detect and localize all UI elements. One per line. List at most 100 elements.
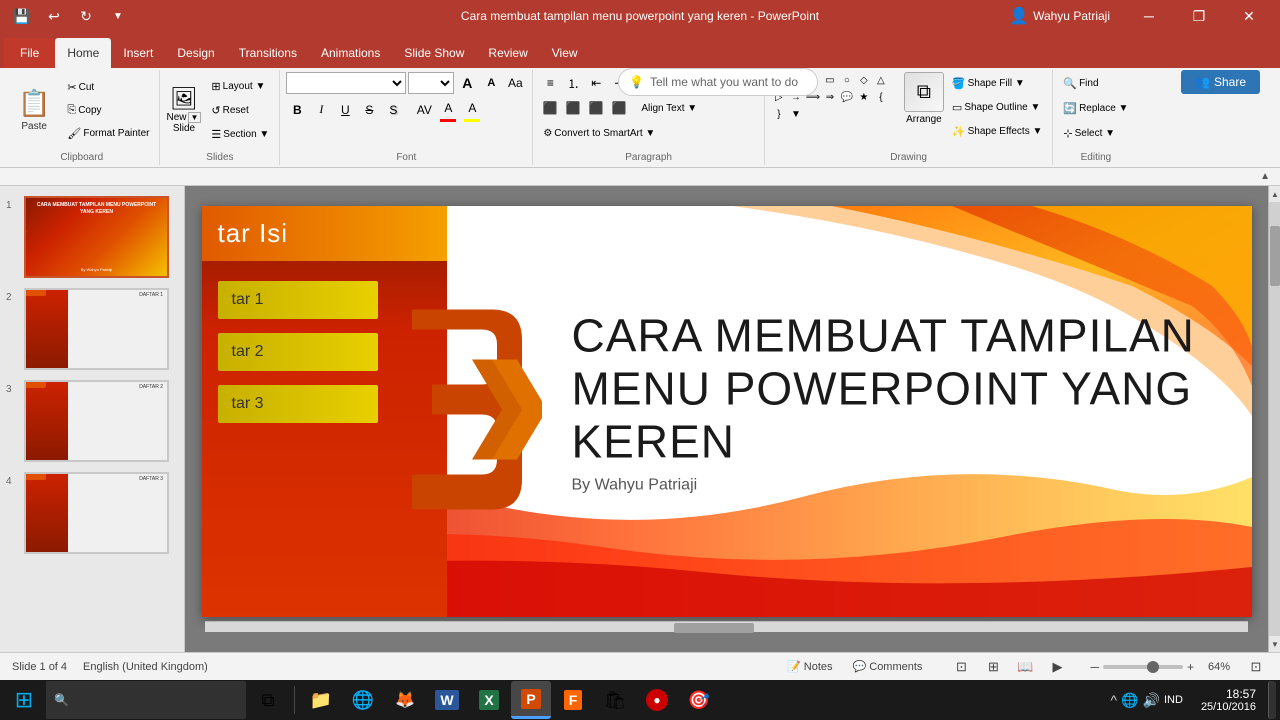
tray-up-arrow[interactable]: ^	[1111, 692, 1118, 708]
font-color-button[interactable]: A	[437, 97, 459, 119]
shape-effects-button[interactable]: ✨ Shape Effects ▼	[948, 120, 1046, 142]
indent-less-button[interactable]: ⇤	[585, 72, 607, 94]
normal-view-button[interactable]: ⊡	[949, 656, 973, 678]
word-button[interactable]: W	[427, 681, 467, 719]
app-bag-button[interactable]: 🛍	[595, 681, 635, 719]
tab-file[interactable]: File	[4, 38, 55, 68]
clock[interactable]: 18:57 25/10/2016	[1193, 687, 1264, 713]
app-record-button[interactable]: ●	[637, 681, 677, 719]
slide-image-3[interactable]: DAFTAR 2	[24, 380, 169, 462]
reset-button[interactable]: ↺ Reset	[207, 99, 273, 121]
tab-animations[interactable]: Animations	[309, 38, 392, 68]
replace-button[interactable]: 🔄 Replace ▼	[1059, 97, 1132, 119]
tray-network[interactable]: 🌐	[1121, 692, 1138, 709]
slide-sorter-button[interactable]: ⊞	[981, 656, 1005, 678]
paste-button[interactable]: 📋 Paste	[10, 84, 58, 136]
slide-image-2[interactable]: DAFTAR 1	[24, 288, 169, 370]
new-slide-button[interactable]: 🖼 New ▼ Slide	[166, 86, 201, 134]
start-button[interactable]: ⊞	[4, 681, 44, 719]
search-bar[interactable]: 🔍	[46, 681, 246, 719]
zoom-out-icon[interactable]: ─	[1090, 660, 1099, 674]
chrome-button[interactable]: 🌐	[343, 681, 383, 719]
zoom-handle[interactable]	[1147, 661, 1159, 673]
align-center-button[interactable]: ⬛	[562, 97, 584, 119]
font-shrink-button[interactable]: A	[480, 72, 502, 94]
tray-ime[interactable]: IND	[1164, 694, 1183, 706]
fit-slide-button[interactable]: ⊡	[1244, 656, 1268, 678]
daftar-item-1[interactable]: tar 1	[218, 281, 378, 319]
excel-button[interactable]: X	[469, 681, 509, 719]
scroll-up-arrow[interactable]: ▲	[1269, 186, 1280, 202]
shape-rounded-rect[interactable]: ▭	[822, 72, 838, 88]
collapse-ribbon-button[interactable]: ▲	[1254, 169, 1276, 184]
tell-me-input[interactable]: 💡 Tell me what you want to do	[618, 68, 818, 96]
underline-button[interactable]: U	[334, 99, 356, 121]
horizontal-scrollbar[interactable]	[205, 621, 1248, 632]
vertical-scrollbar[interactable]: ▲ ▼	[1268, 186, 1280, 652]
justify-button[interactable]: ⬛	[608, 97, 630, 119]
tab-design[interactable]: Design	[165, 38, 226, 68]
shape-formula2[interactable]: }	[771, 106, 787, 122]
app-target-button[interactable]: 🎯	[679, 681, 719, 719]
share-button[interactable]: 👥 Share	[1181, 70, 1260, 94]
daftar-item-3[interactable]: tar 3	[218, 385, 378, 423]
tab-review[interactable]: Review	[476, 38, 539, 68]
slide-thumb-1[interactable]: 1 CARA MEMBUAT TAMPILAN MENU POWERPOINT …	[4, 194, 180, 280]
minimize-button[interactable]: ─	[1126, 0, 1172, 32]
tab-transitions[interactable]: Transitions	[227, 38, 309, 68]
daftar-item-2[interactable]: tar 2	[218, 333, 378, 371]
restore-button[interactable]: ❐	[1176, 0, 1222, 32]
notes-button[interactable]: 📝 Notes	[781, 658, 838, 675]
slide-thumb-4[interactable]: 4 DAFTAR 3	[4, 470, 180, 556]
scroll-down-arrow[interactable]: ▼	[1269, 636, 1280, 652]
italic-button[interactable]: I	[310, 99, 332, 121]
shape-triangle[interactable]: △	[873, 72, 889, 88]
h-scroll-thumb[interactable]	[674, 623, 754, 633]
firefox-button[interactable]: 🦊	[385, 681, 425, 719]
comments-button[interactable]: 💬 Comments	[847, 658, 929, 675]
shadow-button[interactable]: S	[382, 99, 404, 121]
slide-canvas[interactable]: tar Isi tar 1 tar 2 tar 3	[202, 206, 1252, 617]
tray-speaker[interactable]: 🔊	[1143, 692, 1160, 709]
zoom-control[interactable]: ─ +	[1090, 660, 1194, 674]
font-grow-button[interactable]: A	[456, 72, 478, 94]
arrange-button[interactable]: ⧉	[904, 72, 944, 112]
char-spacing-button[interactable]: AV	[413, 99, 435, 121]
app-orange-button[interactable]: F	[553, 681, 593, 719]
slide-thumb-3[interactable]: 3 DAFTAR 2	[4, 378, 180, 464]
reading-view-button[interactable]: 📖	[1013, 656, 1037, 678]
customize-qat-button[interactable]: ▼	[104, 2, 132, 30]
slide-image-4[interactable]: DAFTAR 3	[24, 472, 169, 554]
shape-outline-button[interactable]: ▭ Shape Outline ▼	[948, 96, 1046, 118]
numbering-button[interactable]: ⒈	[562, 72, 584, 94]
shape-oval[interactable]: ○	[839, 72, 855, 88]
tab-home[interactable]: Home	[55, 38, 111, 68]
font-size-selector[interactable]	[408, 72, 454, 94]
shape-diamond[interactable]: ◇	[856, 72, 872, 88]
shape-fill-button[interactable]: 🪣 Shape Fill ▼	[948, 72, 1046, 94]
find-button[interactable]: 🔍 Find	[1059, 72, 1132, 94]
zoom-track[interactable]	[1103, 665, 1183, 669]
slide-image-1[interactable]: CARA MEMBUAT TAMPILAN MENU POWERPOINT YA…	[24, 196, 169, 278]
tab-slideshow[interactable]: Slide Show	[392, 38, 476, 68]
zoom-in-icon[interactable]: +	[1187, 660, 1194, 674]
shape-callout[interactable]: 💬	[839, 89, 855, 105]
shape-formula1[interactable]: {	[873, 89, 889, 105]
section-button[interactable]: ☰ Section ▼	[207, 123, 273, 145]
v-scroll-thumb[interactable]	[1270, 226, 1280, 286]
layout-button[interactable]: ⊞ Layout ▼	[207, 75, 273, 97]
select-button[interactable]: ⊹ Select ▼	[1059, 122, 1132, 144]
strikethrough-button[interactable]: S	[358, 99, 380, 121]
save-button[interactable]: 💾	[8, 2, 36, 30]
format-painter-button[interactable]: 🖌 Format Painter	[63, 122, 153, 144]
undo-button[interactable]: ↩	[40, 2, 68, 30]
copy-button[interactable]: ⎘ Copy	[63, 99, 153, 121]
show-desktop-button[interactable]	[1268, 681, 1276, 719]
clear-formatting-button[interactable]: Aa	[504, 72, 526, 94]
cut-button[interactable]: ✂ Cut	[63, 76, 153, 98]
convert-smartart-button[interactable]: ⚙ Convert to SmartArt ▼	[539, 122, 659, 144]
align-text-button[interactable]: Align Text ▼	[637, 97, 701, 119]
align-left-button[interactable]: ⬛	[539, 97, 561, 119]
redo-button[interactable]: ↻	[72, 2, 100, 30]
task-view-button[interactable]: ⧉	[248, 681, 288, 719]
